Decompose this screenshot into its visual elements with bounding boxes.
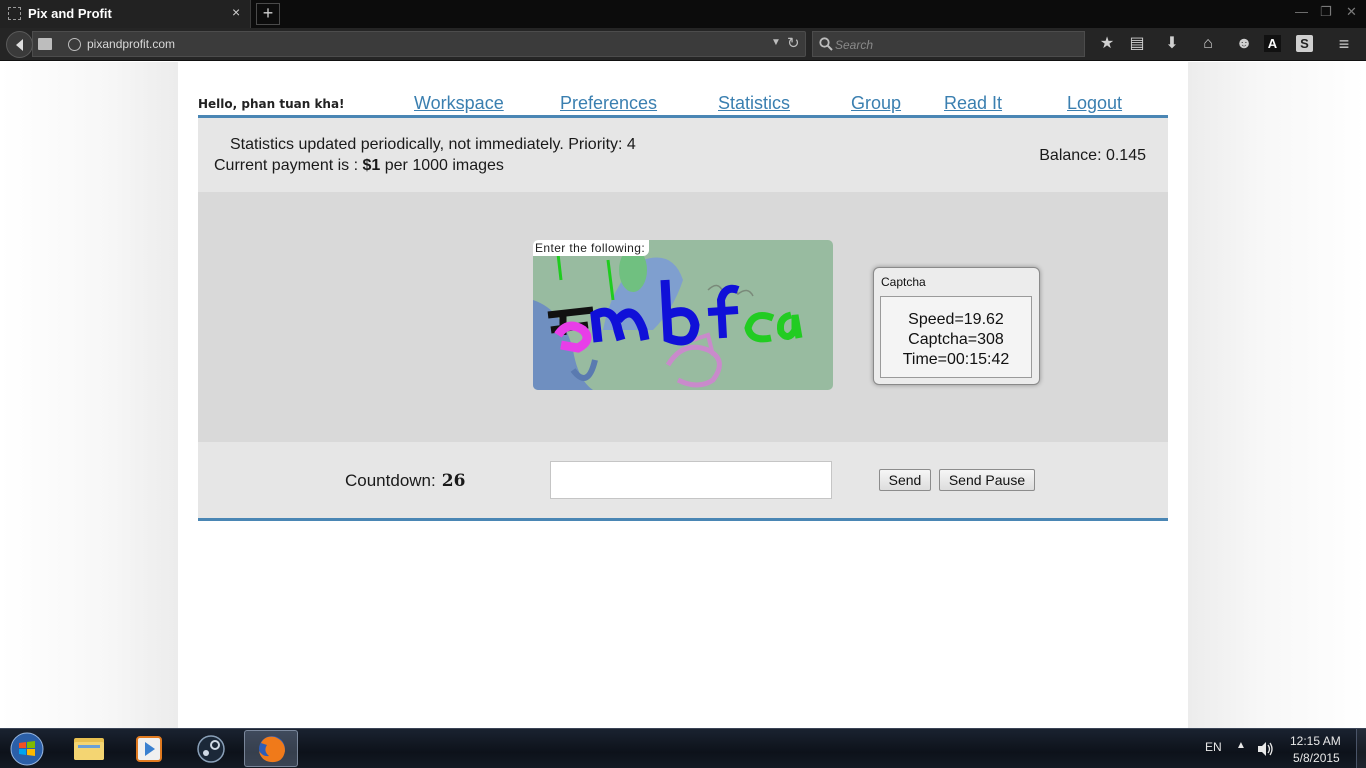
browser-tab-bar: Pix and Profit × + — ❐ ✕ [0, 0, 1366, 28]
send-button[interactable]: Send [879, 469, 931, 491]
bookmark-star-icon[interactable]: ★ [1097, 34, 1117, 54]
payment-prefix: Current payment is : [214, 157, 363, 174]
bottom-divider [198, 518, 1168, 521]
taskbar-media-player[interactable] [122, 730, 176, 767]
countdown: Countdown: 26 [345, 471, 465, 491]
time-stat: Time=00:15:42 [902, 351, 1010, 368]
info-panel: Statistics updated periodically, not imm… [198, 118, 1168, 192]
search-bar[interactable]: Search [812, 31, 1085, 57]
page-favicon-icon [8, 7, 21, 20]
nav-preferences[interactable]: Preferences [560, 93, 657, 114]
speed-stat: Speed=19.62 [908, 311, 1004, 328]
widget-body: Speed=19.62 Captcha=308 Time=00:15:42 [880, 296, 1032, 378]
chat-icon[interactable]: ☻ [1234, 34, 1254, 54]
firefox-icon [259, 736, 285, 763]
windows-logo-icon [10, 732, 44, 766]
url-bar[interactable]: pixandprofit.com ▼ ↻ [32, 31, 806, 57]
nav-statistics[interactable]: Statistics [718, 93, 790, 114]
payment-info: Current payment is : $1 per 1000 images [214, 157, 504, 175]
nav-read-it[interactable]: Read It [944, 93, 1002, 114]
nav-group[interactable]: Group [851, 93, 901, 114]
user-greeting: Hello, phan tuan kha! [198, 97, 345, 111]
download-icon[interactable]: ⬇ [1162, 34, 1182, 54]
answer-panel: Countdown: 26 Send Send Pause [198, 442, 1168, 518]
send-pause-button[interactable]: Send Pause [939, 469, 1035, 491]
back-button[interactable] [6, 31, 33, 58]
browser-toolbar: pixandprofit.com ▼ ↻ Search ★ ▤ ⬇ ⌂ ☻ A … [0, 28, 1366, 61]
page-margin-right [1188, 62, 1366, 728]
captcha-panel: Enter the following: Captcha Speed=19.62… [198, 192, 1168, 442]
taskbar-file-explorer[interactable] [62, 730, 116, 767]
captcha-stats-widget: Captcha Speed=19.62 Captcha=308 Time=00:… [873, 267, 1040, 385]
captcha-answer-input[interactable] [550, 461, 832, 499]
menu-hamburger-icon[interactable]: ≡ [1334, 34, 1354, 54]
widget-title: Captcha [881, 275, 926, 289]
show-desktop-button[interactable] [1356, 729, 1366, 768]
url-dropdown-icon[interactable]: ▼ [771, 37, 781, 48]
statistics-notice: Statistics updated periodically, not imm… [230, 136, 636, 153]
steam-icon [197, 735, 225, 763]
new-tab-button[interactable]: + [256, 3, 280, 25]
captcha-image: Enter the following: [533, 240, 833, 390]
addon-a-icon[interactable]: A [1264, 35, 1281, 52]
browser-tab[interactable]: Pix and Profit × [0, 0, 251, 28]
back-arrow-icon [16, 39, 23, 51]
minimize-icon[interactable]: — [1295, 4, 1308, 19]
taskbar-steam[interactable] [184, 730, 238, 767]
media-player-icon [136, 736, 162, 762]
payment-suffix: per 1000 images [380, 157, 504, 174]
taskbar-firefox[interactable] [244, 730, 298, 767]
clock-date[interactable]: 5/8/2015 [1293, 751, 1340, 765]
reader-view-icon[interactable] [38, 38, 52, 50]
countdown-value: 26 [441, 471, 466, 491]
captcha-drawing [533, 243, 803, 390]
bookmarks-list-icon[interactable]: ▤ [1127, 34, 1147, 54]
search-icon [819, 37, 833, 51]
tab-title: Pix and Profit [28, 6, 112, 21]
captcha-prompt: Enter the following: [533, 240, 650, 256]
reload-icon[interactable]: ↻ [787, 34, 800, 52]
clock-time[interactable]: 12:15 AM [1290, 734, 1341, 748]
page-margin-left [0, 62, 178, 728]
payment-amount: $1 [362, 157, 381, 174]
balance: Balance: 0.145 [1039, 147, 1146, 164]
countdown-label: Countdown: [345, 471, 436, 490]
url-text[interactable]: pixandprofit.com [87, 37, 175, 51]
close-window-icon[interactable]: ✕ [1346, 4, 1357, 20]
page-content: Hello, phan tuan kha! Workspace Preferen… [178, 62, 1188, 728]
addon-s-icon[interactable]: S [1296, 35, 1313, 52]
tab-close-icon[interactable]: × [232, 4, 240, 20]
captcha-count-stat: Captcha=308 [908, 331, 1004, 348]
site-info-icon[interactable] [68, 38, 81, 51]
home-icon[interactable]: ⌂ [1198, 34, 1218, 54]
start-button[interactable] [6, 731, 48, 767]
tray-expand-icon[interactable]: ▲ [1236, 740, 1246, 751]
language-indicator[interactable]: EN [1205, 740, 1222, 754]
nav-workspace[interactable]: Workspace [414, 93, 504, 114]
nav-logout[interactable]: Logout [1067, 93, 1122, 114]
search-input[interactable]: Search [835, 38, 873, 52]
windows-taskbar: EN ▲ 12:15 AM 5/8/2015 [0, 728, 1366, 768]
restore-icon[interactable]: ❐ [1320, 4, 1332, 20]
volume-icon[interactable] [1256, 741, 1274, 757]
folder-icon [74, 738, 104, 760]
